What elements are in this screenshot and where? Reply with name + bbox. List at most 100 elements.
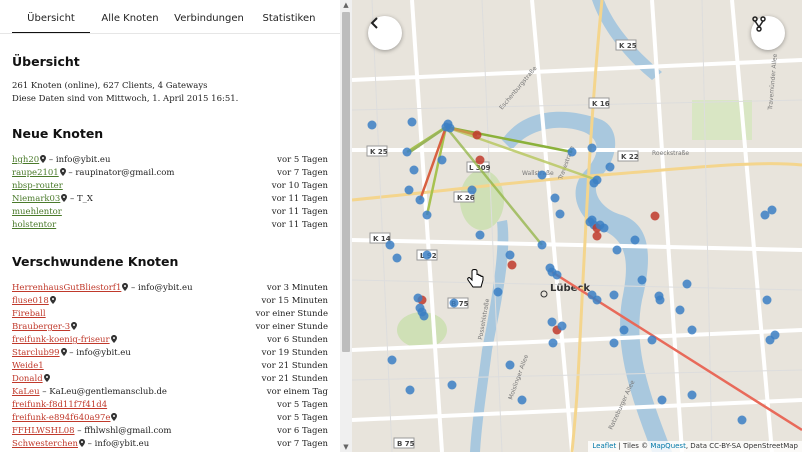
node-link[interactable]: FFHLWSHL08	[12, 426, 75, 436]
online-node-marker[interactable]	[367, 120, 377, 130]
online-node-marker[interactable]	[599, 223, 609, 233]
scroll-up-arrow-icon[interactable]: ▲	[340, 0, 352, 10]
online-node-marker[interactable]	[762, 295, 772, 305]
node-link[interactable]: freifunk-koenig-friseur	[12, 335, 110, 345]
online-node-marker[interactable]	[437, 155, 447, 165]
online-node-marker[interactable]	[402, 147, 412, 157]
online-node-marker[interactable]	[587, 143, 597, 153]
online-node-marker[interactable]	[592, 295, 602, 305]
mapquest-link[interactable]: MapQuest	[650, 442, 685, 450]
node-link[interactable]: freifunk-f8d11f7f41d4	[12, 400, 107, 410]
map-pin-icon[interactable]	[49, 296, 56, 306]
online-node-marker[interactable]	[675, 305, 685, 315]
online-node-marker[interactable]	[517, 395, 527, 405]
online-node-marker[interactable]	[447, 380, 457, 390]
online-node-marker[interactable]	[637, 275, 647, 285]
node-map[interactable]: K 25 K 16 K 22 K 25 L 309 K 26 K 14 L 92…	[352, 0, 802, 452]
online-node-marker[interactable]	[687, 390, 697, 400]
online-node-marker[interactable]	[630, 235, 640, 245]
leaflet-link[interactable]: Leaflet	[592, 442, 616, 450]
online-node-marker[interactable]	[392, 253, 402, 263]
online-node-marker[interactable]	[655, 295, 665, 305]
online-node-marker[interactable]	[413, 293, 423, 303]
online-node-marker[interactable]	[647, 335, 657, 345]
tab-connections[interactable]: Verbindungen	[170, 0, 248, 34]
online-node-marker[interactable]	[612, 245, 622, 255]
online-node-marker[interactable]	[475, 230, 485, 240]
map-pin-icon[interactable]	[59, 168, 66, 178]
node-link[interactable]: freifunk-e894f640a97e	[12, 413, 110, 423]
online-node-marker[interactable]	[609, 338, 619, 348]
online-node-marker[interactable]	[537, 240, 547, 250]
online-node-marker[interactable]	[585, 217, 595, 227]
node-link[interactable]: Niemark03	[12, 194, 60, 204]
online-node-marker[interactable]	[445, 123, 455, 133]
online-node-marker[interactable]	[422, 250, 432, 260]
online-node-marker[interactable]	[760, 210, 770, 220]
online-node-marker[interactable]	[770, 330, 780, 340]
online-node-marker[interactable]	[737, 415, 747, 425]
map-pin-icon[interactable]	[70, 322, 78, 332]
online-node-marker[interactable]	[537, 170, 547, 180]
map-pin-icon[interactable]	[60, 348, 67, 358]
online-node-marker[interactable]	[548, 338, 558, 348]
offline-node-marker[interactable]	[592, 231, 602, 241]
online-node-marker[interactable]	[550, 193, 560, 203]
node-link[interactable]: fluse018	[12, 296, 49, 306]
online-node-marker[interactable]	[449, 298, 459, 308]
tab-all-nodes[interactable]: Alle Knoten	[96, 0, 164, 34]
online-node-marker[interactable]	[567, 147, 577, 157]
online-node-marker[interactable]	[422, 210, 432, 220]
offline-node-marker[interactable]	[650, 211, 660, 221]
online-node-marker[interactable]	[557, 321, 567, 331]
online-node-marker[interactable]	[493, 287, 503, 297]
online-node-marker[interactable]	[407, 117, 417, 127]
online-node-marker[interactable]	[687, 325, 697, 335]
node-link[interactable]: HerrenhausGutBliestorf1	[12, 283, 121, 293]
online-node-marker[interactable]	[552, 270, 562, 280]
scroll-down-arrow-icon[interactable]: ▼	[340, 442, 352, 452]
map-pin-icon[interactable]	[78, 439, 85, 449]
node-link[interactable]: Starclub99	[12, 348, 60, 358]
map-pin-icon[interactable]	[110, 335, 117, 345]
map-pin-icon[interactable]	[43, 374, 50, 384]
map-pin-icon[interactable]	[110, 413, 118, 423]
tab-statistics[interactable]: Statistiken	[254, 0, 324, 34]
node-link[interactable]: Fireball	[12, 309, 46, 319]
layers-button[interactable]	[751, 16, 785, 50]
online-node-marker[interactable]	[419, 311, 429, 321]
scroll-thumb[interactable]	[342, 12, 350, 352]
node-link[interactable]: KaLeu	[12, 387, 40, 397]
node-link[interactable]: muehlentor	[12, 207, 62, 217]
node-link[interactable]: Donald	[12, 374, 43, 384]
node-link[interactable]: raupe2101	[12, 168, 59, 178]
online-node-marker[interactable]	[415, 195, 425, 205]
online-node-marker[interactable]	[609, 290, 619, 300]
online-node-marker[interactable]	[682, 279, 692, 289]
offline-node-marker[interactable]	[475, 155, 485, 165]
online-node-marker[interactable]	[505, 250, 515, 260]
back-button[interactable]	[368, 16, 402, 50]
online-node-marker[interactable]	[555, 209, 565, 219]
online-node-marker[interactable]	[619, 325, 629, 335]
online-node-marker[interactable]	[547, 317, 557, 327]
node-link[interactable]: hgh20	[12, 155, 39, 165]
node-link[interactable]: Schwesterchen	[12, 439, 78, 449]
sidebar-scrollbar[interactable]: ▲ ▼	[340, 0, 352, 452]
node-link[interactable]: holstentor	[12, 220, 56, 230]
node-link[interactable]: Brauberger-3	[12, 322, 70, 332]
offline-node-marker[interactable]	[507, 260, 517, 270]
offline-node-marker[interactable]	[472, 130, 482, 140]
online-node-marker[interactable]	[409, 165, 419, 175]
online-node-marker[interactable]	[387, 355, 397, 365]
online-node-marker[interactable]	[505, 360, 515, 370]
tab-overview[interactable]: Übersicht	[12, 0, 90, 34]
online-node-marker[interactable]	[605, 162, 615, 172]
online-node-marker[interactable]	[467, 185, 477, 195]
node-link[interactable]: nbsp-router	[12, 181, 63, 191]
online-node-marker[interactable]	[385, 240, 395, 250]
online-node-marker[interactable]	[657, 395, 667, 405]
node-link[interactable]: Weide1	[12, 361, 44, 371]
online-node-marker[interactable]	[405, 385, 415, 395]
online-node-marker[interactable]	[404, 185, 414, 195]
